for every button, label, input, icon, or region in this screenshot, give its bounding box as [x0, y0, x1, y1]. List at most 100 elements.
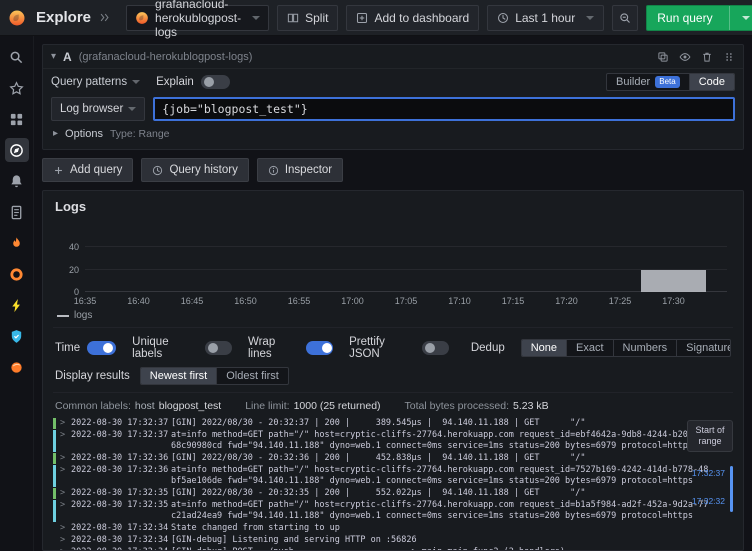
- expand-log-row-icon[interactable]: >: [60, 418, 71, 429]
- chart-legend[interactable]: logs: [57, 310, 733, 321]
- line-limit-value: 1000 (25 returned): [294, 400, 381, 412]
- wrap-lines-switch[interactable]: [306, 341, 333, 355]
- switch-knob: [425, 343, 435, 353]
- x-axis-label: 16:50: [234, 296, 257, 306]
- zoom-out-button[interactable]: [612, 5, 638, 31]
- log-rows: >2022-08-30 17:32:37[GIN] 2022/08/30 - 2…: [53, 418, 733, 550]
- range-timeline[interactable]: 17:32:3717:32:32: [683, 458, 733, 550]
- topbar-actions: Split Add to dashboard Last 1 hour Run q…: [277, 5, 752, 31]
- datasource-picker[interactable]: grafanacloud-herokublogpost-logs: [126, 5, 269, 31]
- unique-labels-switch[interactable]: [205, 341, 232, 355]
- sidebar: [0, 36, 34, 551]
- log-row[interactable]: >2022-08-30 17:32:35at=info method=GET p…: [53, 500, 709, 522]
- log-message: at=info method=GET path="/" host=cryptic…: [171, 430, 709, 452]
- editor-mode-builder[interactable]: Builder Beta: [607, 74, 690, 90]
- gridline: [85, 246, 727, 247]
- editor-mode-code[interactable]: Code: [690, 74, 734, 90]
- sidebar-item-document[interactable]: [5, 200, 29, 224]
- sidebar-item-apps[interactable]: [5, 107, 29, 131]
- add-to-dashboard-icon: [356, 12, 368, 24]
- logs-body: >2022-08-30 17:32:37[GIN] 2022/08/30 - 2…: [53, 418, 733, 550]
- bytes-processed-value: 5.23 kB: [513, 400, 549, 412]
- log-row[interactable]: >2022-08-30 17:32:36[GIN] 2022/08/30 - 2…: [53, 453, 709, 464]
- zoom-out-icon: [619, 12, 631, 24]
- x-axis-label: 17:05: [395, 296, 418, 306]
- duplicate-query-icon[interactable]: [657, 51, 669, 63]
- grafana-logo-icon[interactable]: [8, 9, 26, 27]
- sidebar-item-bell[interactable]: [5, 169, 29, 193]
- expand-log-row-icon[interactable]: >: [60, 465, 71, 476]
- range-view-indicator[interactable]: [730, 466, 733, 512]
- sidebar-item-oncall[interactable]: [5, 262, 29, 286]
- sidebar-item-compass[interactable]: [5, 138, 29, 162]
- explore-shortcut-icon[interactable]: [99, 12, 110, 23]
- switch-knob: [322, 343, 332, 353]
- dedup-option-signature[interactable]: Signature: [677, 340, 731, 356]
- add-to-dashboard-label: Add to dashboard: [374, 11, 469, 25]
- query-row-body: Query patterns Explain Builder Beta: [43, 69, 743, 149]
- dedup-option-numbers[interactable]: Numbers: [614, 340, 678, 356]
- expand-log-row-icon[interactable]: >: [60, 523, 71, 534]
- dedup-option-exact[interactable]: Exact: [567, 340, 614, 356]
- add-query-button[interactable]: Add query: [42, 158, 133, 182]
- log-timestamp: 2022-08-30 17:32:36: [71, 465, 171, 476]
- log-browser-button[interactable]: Log browser: [51, 97, 145, 121]
- sidebar-item-sphere[interactable]: [5, 355, 29, 379]
- log-row[interactable]: >2022-08-30 17:32:37at=info method=GET p…: [53, 430, 709, 452]
- sidebar-item-lightning[interactable]: [5, 293, 29, 317]
- split-icon: [287, 12, 299, 24]
- split-button[interactable]: Split: [277, 5, 338, 31]
- time-switch[interactable]: [87, 341, 116, 355]
- expand-log-row-icon[interactable]: >: [60, 547, 71, 550]
- inspector-button[interactable]: Inspector: [257, 158, 343, 182]
- sphere-icon: [9, 360, 24, 375]
- time-range-button[interactable]: Last 1 hour: [487, 5, 604, 31]
- add-query-label: Add query: [70, 164, 122, 176]
- expand-log-row-icon[interactable]: >: [60, 430, 71, 441]
- start-of-range-button[interactable]: Start of range: [687, 420, 733, 452]
- query-toolbar: Query patterns Explain Builder Beta: [51, 72, 735, 92]
- expand-options-icon[interactable]: ▸: [53, 129, 58, 139]
- expand-log-row-icon[interactable]: >: [60, 453, 71, 464]
- log-row[interactable]: >2022-08-30 17:32:34[GIN-debug] Listenin…: [53, 535, 709, 546]
- query-history-button[interactable]: Query history: [141, 158, 248, 182]
- log-row[interactable]: >2022-08-30 17:32:34[GIN-debug] POST /pu…: [53, 547, 709, 550]
- expand-log-row-icon[interactable]: >: [60, 535, 71, 546]
- document-icon: [9, 205, 24, 220]
- query-row-header[interactable]: ▾ A (grafanacloud-herokublogpost-logs): [43, 45, 743, 69]
- sidebar-item-shield[interactable]: [5, 324, 29, 348]
- explain-switch[interactable]: [201, 75, 230, 89]
- query-input[interactable]: [153, 97, 735, 121]
- log-row[interactable]: >2022-08-30 17:32:35[GIN] 2022/08/30 - 2…: [53, 488, 709, 499]
- log-row[interactable]: >2022-08-30 17:32:34State changed from s…: [53, 523, 709, 534]
- drag-handle-icon[interactable]: [723, 51, 735, 63]
- sort-option-oldest-first[interactable]: Oldest first: [217, 368, 288, 384]
- hide-query-icon[interactable]: [679, 51, 691, 63]
- remove-query-icon[interactable]: [701, 51, 713, 63]
- sidebar-item-flame[interactable]: [5, 231, 29, 255]
- sidebar-item-search[interactable]: [5, 45, 29, 69]
- expand-log-row-icon[interactable]: >: [60, 500, 71, 511]
- add-to-dashboard-button[interactable]: Add to dashboard: [346, 5, 479, 31]
- log-row[interactable]: >2022-08-30 17:32:37[GIN] 2022/08/30 - 2…: [53, 418, 709, 429]
- log-row[interactable]: >2022-08-30 17:32:36at=info method=GET p…: [53, 465, 709, 487]
- prettify-json-switch[interactable]: [422, 341, 449, 355]
- collapse-query-icon[interactable]: ▾: [51, 52, 56, 62]
- run-query-button[interactable]: Run query: [646, 5, 752, 31]
- query-datasource-hint: (grafanacloud-herokublogpost-logs): [79, 51, 253, 63]
- range-tick: 17:32:37: [692, 468, 725, 478]
- split-button-label: Split: [305, 11, 328, 25]
- query-patterns-dropdown[interactable]: Query patterns: [51, 76, 140, 88]
- expand-log-row-icon[interactable]: >: [60, 488, 71, 499]
- sort-option-newest-first[interactable]: Newest first: [141, 368, 217, 384]
- x-axis-label: 17:20: [555, 296, 578, 306]
- run-query-dropdown[interactable]: [729, 5, 752, 31]
- dedup-option-none[interactable]: None: [522, 340, 567, 356]
- clock-icon: [497, 12, 509, 24]
- sidebar-item-star[interactable]: [5, 76, 29, 100]
- query-options-row[interactable]: ▸ Options Type: Range: [53, 126, 735, 141]
- log-message: [GIN] 2022/08/30 - 20:32:37 | 200 | 389.…: [171, 418, 709, 429]
- explain-control: Explain: [156, 75, 230, 89]
- log-message: at=info method=GET path="/" host=cryptic…: [171, 500, 709, 522]
- query-editor-panel: ▾ A (grafanacloud-herokublogpost-logs) Q…: [42, 44, 744, 150]
